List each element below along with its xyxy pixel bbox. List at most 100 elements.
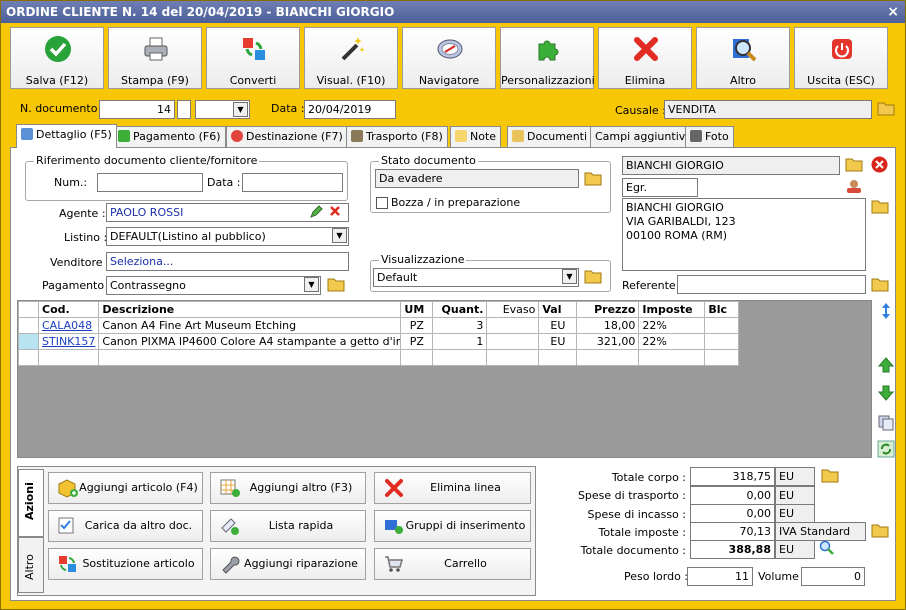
cell-cod[interactable]: STINK157	[37, 333, 100, 350]
bozza-checkbox[interactable]	[376, 197, 388, 209]
cell-empty[interactable]	[486, 349, 540, 366]
load-doc-button[interactable]: Carica da altro doc.	[48, 510, 203, 542]
side-tab-altro[interactable]: Altro	[18, 537, 44, 593]
cell-imposte[interactable]: 22%	[638, 317, 706, 334]
col-evaso[interactable]: Evaso	[486, 301, 540, 318]
more-button[interactable]: Altro	[696, 27, 790, 89]
replace-article-button[interactable]: Sostituzione articolo	[48, 548, 203, 580]
ref-date-input[interactable]	[242, 173, 343, 192]
add-other-button[interactable]: Aggiungi altro (F3)	[210, 472, 366, 504]
col-blc[interactable]: Blc	[704, 301, 740, 318]
clear-icon[interactable]	[329, 205, 341, 217]
col-cod[interactable]: Cod.	[37, 301, 100, 318]
referente-input[interactable]	[677, 275, 866, 294]
insert-groups-button[interactable]: Gruppi di inserimento	[374, 510, 531, 542]
tab-dettaglio[interactable]: Dettaglio (F5)	[16, 124, 117, 148]
cell-empty[interactable]	[432, 349, 488, 366]
cell-desc[interactable]: Canon PIXMA IP4600 Colore A4 stampante a…	[98, 333, 402, 350]
causale-input[interactable]: VENDITA	[664, 100, 872, 119]
cell-empty[interactable]	[98, 349, 402, 366]
preview-button[interactable]: Visual. (F10)	[304, 27, 398, 89]
cell-imposte[interactable]: 22%	[638, 333, 706, 350]
move-up-icon[interactable]	[877, 356, 895, 374]
tab-pagamento[interactable]: Pagamento (F6)	[113, 126, 226, 148]
date-input[interactable]: 20/04/2019	[304, 100, 396, 119]
address-folder-icon[interactable]	[871, 198, 889, 215]
remove-cliente-icon[interactable]	[871, 156, 888, 173]
cliente-name-input[interactable]: BIANCHI GIORGIO	[622, 156, 840, 175]
col-imposte[interactable]: Imposte	[638, 301, 706, 318]
cell-empty[interactable]	[576, 349, 640, 366]
visualizzazione-chevron-down-icon[interactable]: ▼	[562, 269, 577, 284]
venditore-input[interactable]: Seleziona...	[106, 252, 349, 271]
visualizzazione-select[interactable]: Default	[373, 268, 579, 287]
referente-folder-icon[interactable]	[871, 276, 889, 293]
table-row[interactable]	[18, 349, 740, 366]
listino-chevron-down-icon[interactable]: ▼	[332, 228, 347, 243]
cliente-address-box[interactable]: BIANCHI GIORGIO VIA GARIBALDI, 123 00100…	[622, 198, 866, 271]
cell-um[interactable]: PZ	[400, 317, 434, 334]
ndoc-input[interactable]: 14	[99, 100, 175, 119]
zoom-icon[interactable]	[819, 540, 835, 556]
pagamento-select[interactable]: Contrassegno	[106, 276, 321, 295]
cell-prezzo[interactable]: 321,00	[576, 333, 640, 350]
col-um[interactable]: UM	[400, 301, 434, 318]
ndoc-suffix-input[interactable]	[177, 100, 191, 119]
navigator-button[interactable]: Navigatore	[402, 27, 496, 89]
cell-prezzo[interactable]: 18,00	[576, 317, 640, 334]
cell-val[interactable]: EU	[538, 317, 578, 334]
cell-empty[interactable]	[400, 349, 434, 366]
cell-empty[interactable]	[704, 349, 740, 366]
convert-button[interactable]: Converti	[206, 27, 300, 89]
iva-folder-icon[interactable]	[871, 522, 889, 539]
tab-destinazione[interactable]: Destinazione (F7)	[226, 126, 348, 148]
spese-trasporto-value[interactable]: 0,00	[690, 486, 775, 505]
iva-select[interactable]: IVA Standard	[775, 522, 866, 541]
copy-icon[interactable]	[877, 414, 895, 432]
tab-documenti[interactable]: Documenti	[507, 126, 593, 148]
item-code-link[interactable]: STINK157	[42, 335, 95, 348]
add-article-button[interactable]: Aggiungi articolo (F4)	[48, 472, 203, 504]
delete-button[interactable]: Elimina	[598, 27, 692, 89]
print-button[interactable]: Stampa (F9)	[108, 27, 202, 89]
cell-blc[interactable]	[704, 317, 740, 334]
table-row[interactable]: CALA048 Canon A4 Fine Art Museum Etching…	[18, 317, 740, 334]
col-val[interactable]: Val	[538, 301, 578, 318]
pencil-icon[interactable]	[309, 205, 323, 219]
cell-desc[interactable]: Canon A4 Fine Art Museum Etching	[98, 317, 402, 334]
cell-cod[interactable]: CALA048	[37, 317, 100, 334]
tab-campi-aggiuntivi[interactable]: Campi aggiuntivi	[590, 126, 694, 148]
side-tab-azioni[interactable]: Azioni	[18, 469, 44, 537]
exit-button[interactable]: Uscita (ESC)	[794, 27, 888, 89]
cell-evaso[interactable]	[486, 333, 540, 350]
contact-icon[interactable]	[845, 178, 863, 194]
peso-lordo-input[interactable]: 11	[687, 567, 753, 586]
col-quant[interactable]: Quant.	[432, 301, 488, 318]
cell-val[interactable]: EU	[538, 333, 578, 350]
spese-incasso-value[interactable]: 0,00	[690, 504, 775, 523]
col-prezzo[interactable]: Prezzo	[576, 301, 640, 318]
listino-select[interactable]: DEFAULT(Listino al pubblico)	[106, 227, 349, 246]
cliente-title-input[interactable]: Egr.	[622, 178, 698, 197]
cell-empty[interactable]	[638, 349, 706, 366]
series-select[interactable]: ▼	[195, 100, 250, 119]
cliente-folder-icon[interactable]	[845, 156, 863, 173]
item-code-link[interactable]: CALA048	[42, 319, 92, 332]
cell-qty[interactable]: 3	[432, 317, 488, 334]
quick-list-button[interactable]: Lista rapida	[210, 510, 366, 542]
col-descrizione[interactable]: Descrizione	[98, 301, 402, 318]
tab-note[interactable]: Note	[450, 126, 502, 148]
cell-blc[interactable]	[704, 333, 740, 350]
pagamento-chevron-down-icon[interactable]: ▼	[304, 277, 319, 292]
delete-line-button[interactable]: Elimina linea	[374, 472, 531, 504]
move-down-icon[interactable]	[877, 384, 895, 402]
add-repair-button[interactable]: Aggiungi riparazione	[210, 548, 366, 580]
cell-um[interactable]: PZ	[400, 333, 434, 350]
cell-empty[interactable]	[538, 349, 578, 366]
sort-updown-icon[interactable]	[877, 302, 895, 320]
cell-evaso[interactable]	[486, 317, 540, 334]
cell-empty[interactable]	[37, 349, 100, 366]
ref-num-input[interactable]	[97, 173, 203, 192]
refresh-icon[interactable]	[877, 440, 895, 458]
table-row[interactable]: STINK157 Canon PIXMA IP4600 Colore A4 st…	[18, 333, 740, 350]
